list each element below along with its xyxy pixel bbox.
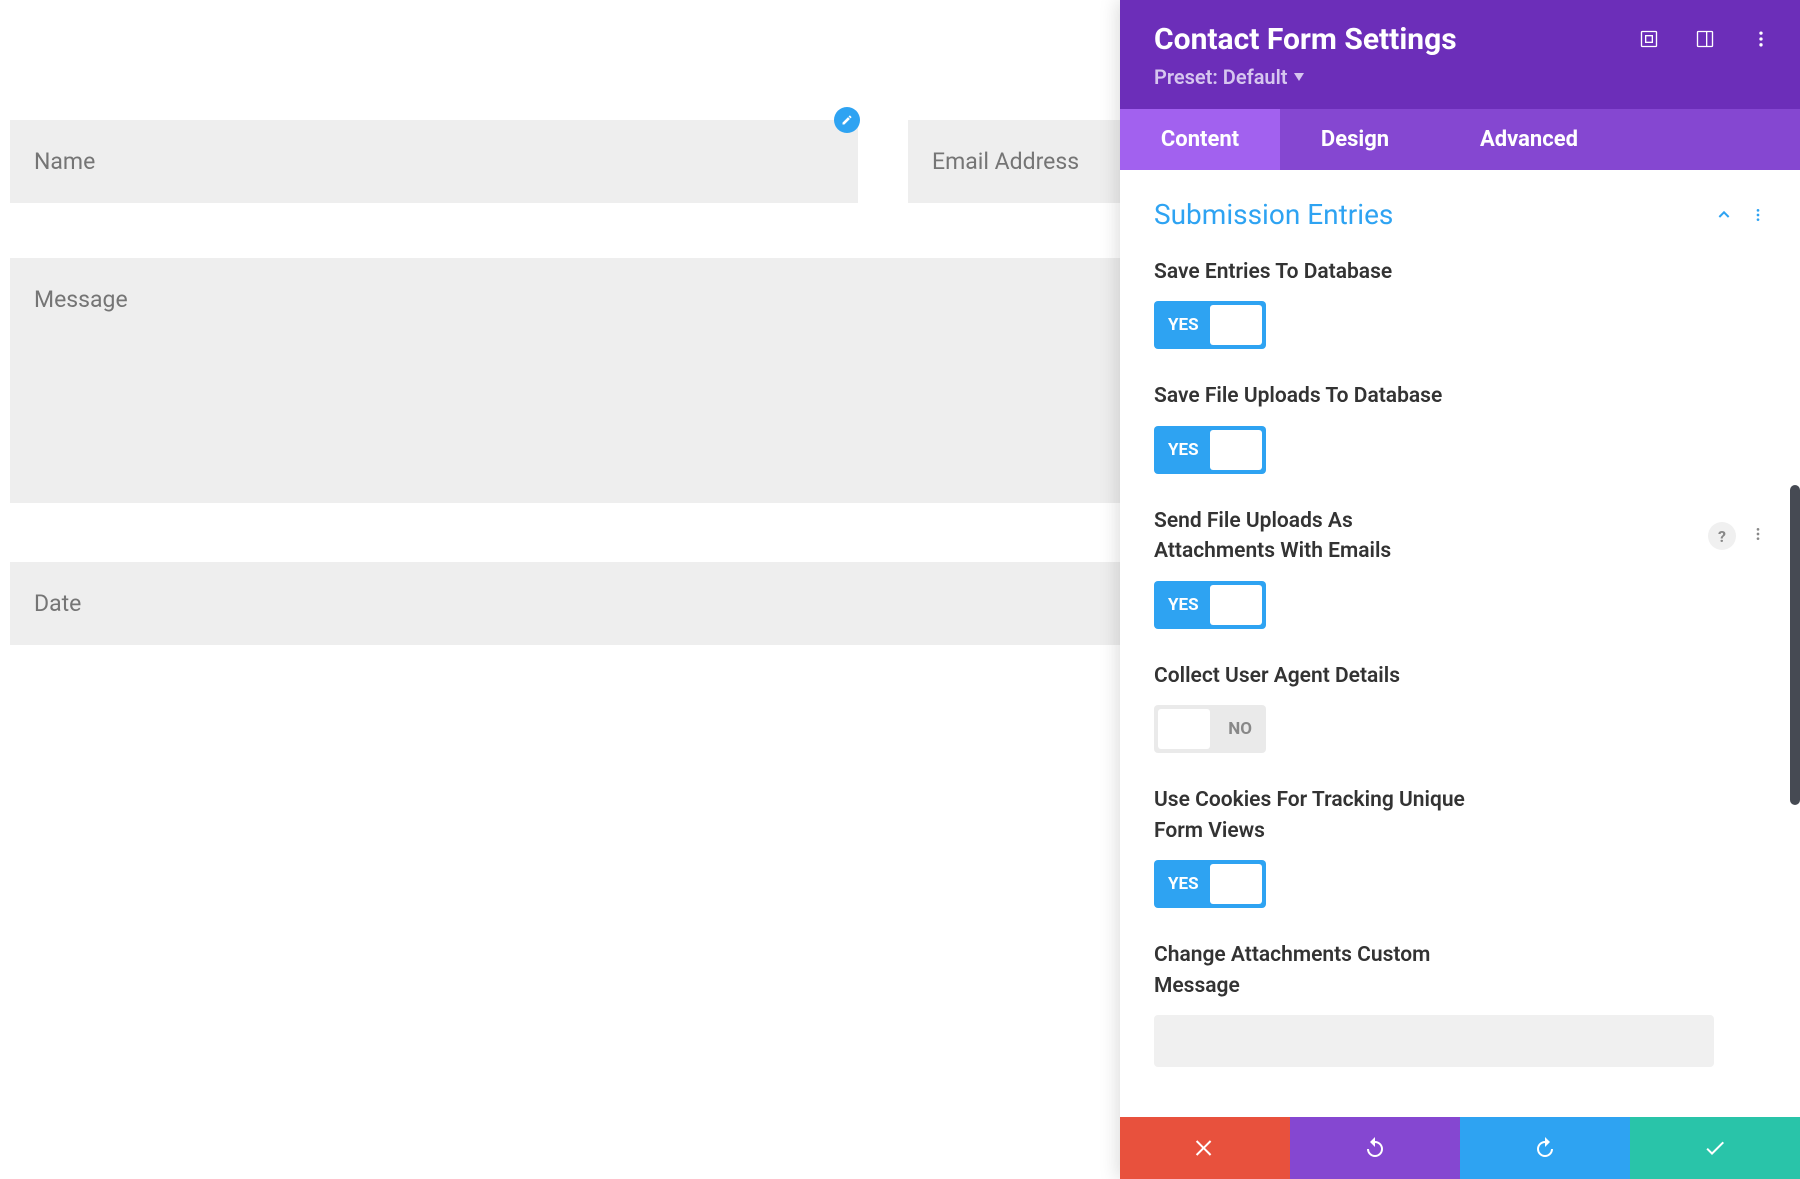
toggle-knob	[1210, 585, 1262, 625]
setting-save-entries: Save Entries To Database YES	[1120, 251, 1800, 375]
redo-icon	[1533, 1136, 1557, 1160]
scrollbar-thumb[interactable]	[1790, 485, 1800, 805]
tab-design[interactable]: Design	[1280, 109, 1430, 170]
section-title: Submission Entries	[1154, 198, 1393, 231]
name-input[interactable]	[10, 120, 858, 203]
setting-label: Collect User Agent Details	[1154, 661, 1474, 691]
preset-label: Preset: Default	[1154, 65, 1288, 89]
toggle-user-agent[interactable]: NO	[1154, 705, 1266, 753]
panel-tabs: Content Design Advanced	[1120, 109, 1800, 170]
settings-panel: Contact Form Settings Preset: Default Co…	[1120, 0, 1800, 1179]
panel-header: Contact Form Settings Preset: Default	[1120, 0, 1800, 109]
edit-field-button[interactable]	[834, 107, 860, 133]
toggle-knob	[1210, 305, 1262, 345]
section-more-icon[interactable]	[1750, 207, 1766, 223]
panel-footer	[1120, 1117, 1800, 1179]
redo-button[interactable]	[1460, 1117, 1630, 1179]
setting-label: Save Entries To Database	[1154, 257, 1474, 287]
setting-label: Use Cookies For Tracking Unique Form Vie…	[1154, 785, 1474, 846]
setting-custom-message: Change Attachments Custom Message	[1120, 934, 1800, 1093]
setting-label: Change Attachments Custom Message	[1154, 940, 1474, 1001]
toggle-label: YES	[1154, 315, 1213, 335]
toggle-label: YES	[1154, 595, 1213, 615]
tab-content[interactable]: Content	[1120, 109, 1280, 170]
close-icon	[1193, 1136, 1217, 1160]
setting-label: Send File Uploads As Attachments With Em…	[1154, 506, 1474, 567]
toggle-label: NO	[1214, 719, 1266, 739]
setting-send-attachments: Send File Uploads As Attachments With Em…	[1120, 500, 1800, 655]
toggle-knob	[1210, 864, 1262, 904]
toggle-cookies[interactable]: YES	[1154, 860, 1266, 908]
panel-body[interactable]: Submission Entries Save Entries To Datab…	[1120, 170, 1800, 1117]
panel-title: Contact Form Settings	[1154, 22, 1457, 57]
save-button[interactable]	[1630, 1117, 1800, 1179]
layout-icon[interactable]	[1694, 28, 1716, 50]
toggle-knob	[1158, 709, 1210, 749]
check-icon	[1703, 1136, 1727, 1160]
tab-advanced[interactable]: Advanced	[1430, 109, 1800, 170]
preset-dropdown[interactable]: Preset: Default	[1154, 65, 1457, 89]
toggle-knob	[1210, 430, 1262, 470]
setting-label: Save File Uploads To Database	[1154, 381, 1474, 411]
setting-cookies: Use Cookies For Tracking Unique Form Vie…	[1120, 779, 1800, 934]
caret-down-icon	[1294, 73, 1304, 81]
setting-more-icon[interactable]	[1750, 526, 1766, 546]
setting-save-uploads: Save File Uploads To Database YES	[1120, 375, 1800, 499]
undo-icon	[1363, 1136, 1387, 1160]
cancel-button[interactable]	[1120, 1117, 1290, 1179]
toggle-label: YES	[1154, 874, 1213, 894]
more-options-icon[interactable]	[1750, 28, 1772, 50]
toggle-label: YES	[1154, 440, 1213, 460]
setting-user-agent: Collect User Agent Details NO	[1120, 655, 1800, 779]
help-button[interactable]: ?	[1708, 522, 1736, 550]
custom-message-input[interactable]	[1154, 1015, 1714, 1067]
expand-icon[interactable]	[1638, 28, 1660, 50]
toggle-save-uploads[interactable]: YES	[1154, 426, 1266, 474]
pencil-icon	[841, 114, 853, 126]
toggle-save-entries[interactable]: YES	[1154, 301, 1266, 349]
section-header[interactable]: Submission Entries	[1120, 198, 1800, 251]
chevron-up-icon	[1716, 207, 1732, 223]
undo-button[interactable]	[1290, 1117, 1460, 1179]
toggle-send-attachments[interactable]: YES	[1154, 581, 1266, 629]
